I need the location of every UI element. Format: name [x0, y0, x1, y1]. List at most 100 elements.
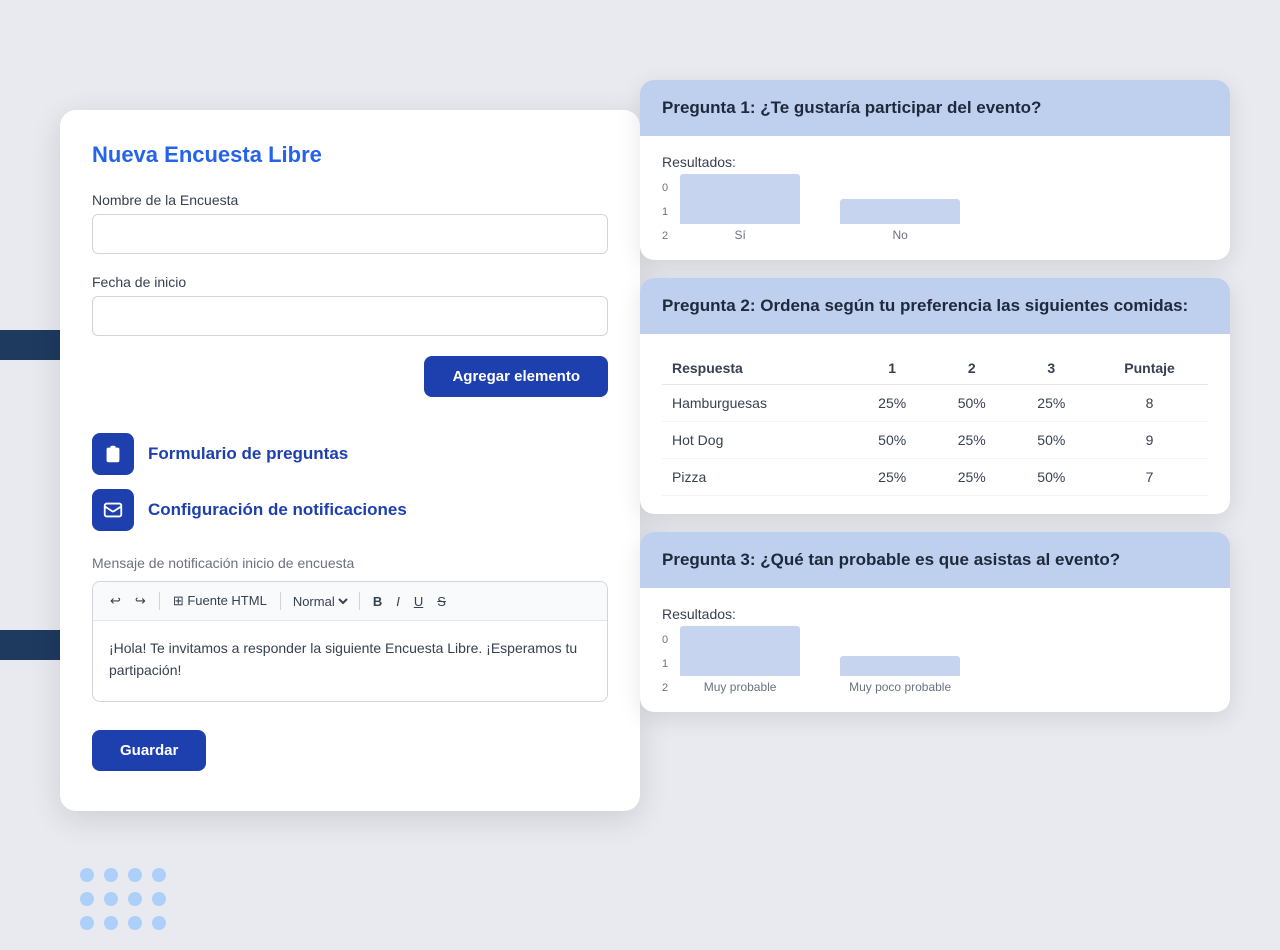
decoration-dot [128, 916, 142, 930]
notificaciones-label: Configuración de notificaciones [148, 500, 407, 520]
decoration-dot [80, 892, 94, 906]
table-body: Hamburguesas25%50%25%8Hot Dog50%25%50%9P… [662, 385, 1208, 496]
redo-button[interactable]: ↪ [130, 590, 151, 612]
nombre-label: Nombre de la Encuesta [92, 192, 608, 208]
decoration-dot [104, 916, 118, 930]
table-cell: 7 [1091, 459, 1208, 496]
strikethrough-button[interactable]: S [432, 591, 451, 612]
table-cell: 50% [1012, 422, 1092, 459]
html-source-button[interactable]: ⊞ Fuente HTML [168, 590, 272, 612]
table-cell: 50% [852, 422, 932, 459]
bar-no: No [840, 199, 960, 242]
table-cell: Pizza [662, 459, 852, 496]
undo-button[interactable]: ↩ [105, 590, 126, 612]
table-cell: 25% [852, 459, 932, 496]
table-cell: Hot Dog [662, 422, 852, 459]
decoration-dot [104, 868, 118, 882]
editor-content[interactable]: ¡Hola! Te invitamos a responder la sigui… [93, 621, 607, 701]
table-row: Hot Dog50%25%50%9 [662, 422, 1208, 459]
card3-body: Resultados: 2 1 0 Muy probable Muy poco … [640, 588, 1230, 712]
card1-chart: 2 1 0 Sí No [662, 182, 1208, 242]
card2-title: Pregunta 2: Ordena según tu preferencia … [662, 296, 1208, 316]
bar-wrapper-1: Sí No [680, 182, 960, 242]
add-element-button[interactable]: Agregar elemento [424, 356, 608, 397]
table-cell: 25% [852, 385, 932, 422]
decoration-dot [80, 868, 94, 882]
decoration-dot [128, 892, 142, 906]
card-pregunta3: Pregunta 3: ¿Qué tan probable es que asi… [640, 532, 1230, 712]
sep1 [159, 592, 160, 610]
y-axis-1: 2 1 0 [662, 182, 668, 242]
table-cell: 25% [1012, 385, 1092, 422]
formulario-label: Formulario de preguntas [148, 444, 348, 464]
table-cell: 25% [932, 459, 1012, 496]
editor-container: ↩ ↪ ⊞ Fuente HTML Normal H1 H2 B I U S ¡… [92, 581, 608, 702]
bold-button[interactable]: B [368, 591, 387, 612]
editor-toolbar: ↩ ↪ ⊞ Fuente HTML Normal H1 H2 B I U S [93, 582, 607, 621]
fecha-label: Fecha de inicio [92, 274, 608, 290]
bar-si: Sí [680, 174, 800, 242]
table-header-row: Respuesta 1 2 3 Puntaje [662, 352, 1208, 385]
table-cell: 9 [1091, 422, 1208, 459]
left-panel: Nueva Encuesta Libre Nombre de la Encues… [60, 110, 640, 811]
nav-items: Formulario de preguntas Configuración de… [92, 433, 608, 531]
decoration-dot [152, 868, 166, 882]
save-button[interactable]: Guardar [92, 730, 206, 771]
underline-button[interactable]: U [409, 591, 428, 612]
col-3: 3 [1012, 352, 1092, 385]
card2-body: Respuesta 1 2 3 Puntaje Hamburguesas25%5… [640, 334, 1230, 514]
col-2: 2 [932, 352, 1012, 385]
card3-results-label: Resultados: [662, 606, 1208, 622]
mail-icon [92, 489, 134, 531]
decoration-dot [128, 868, 142, 882]
col-puntaje: Puntaje [1091, 352, 1208, 385]
bar-no-label: No [892, 228, 907, 242]
card3-header: Pregunta 3: ¿Qué tan probable es que asi… [640, 532, 1230, 588]
table-cell: 8 [1091, 385, 1208, 422]
table-cell: 50% [932, 385, 1012, 422]
decoration-dot [152, 916, 166, 930]
table-row: Pizza25%25%50%7 [662, 459, 1208, 496]
right-column: Pregunta 1: ¿Te gustaría participar del … [640, 80, 1230, 712]
nav-item-formulario[interactable]: Formulario de preguntas [92, 433, 608, 475]
col-respuesta: Respuesta [662, 352, 852, 385]
results-table: Respuesta 1 2 3 Puntaje Hamburguesas25%5… [662, 352, 1208, 496]
format-select[interactable]: Normal H1 H2 [289, 593, 351, 610]
nav-item-notificaciones[interactable]: Configuración de notificaciones [92, 489, 608, 531]
bar-si-fill [680, 174, 800, 224]
sep3 [359, 592, 360, 610]
mail-svg [102, 499, 124, 521]
clipboard-icon [92, 433, 134, 475]
bar-no-fill [840, 199, 960, 224]
clipboard-svg [102, 443, 124, 465]
decoration-dot [80, 916, 94, 930]
card-pregunta2: Pregunta 2: Ordena según tu preferencia … [640, 278, 1230, 514]
bar-poco-label: Muy poco probable [849, 680, 951, 694]
decoration-dot [104, 892, 118, 906]
table-cell: Hamburguesas [662, 385, 852, 422]
bar-muy-fill [680, 626, 800, 676]
card-pregunta1: Pregunta 1: ¿Te gustaría participar del … [640, 80, 1230, 260]
sep2 [280, 592, 281, 610]
italic-button[interactable]: I [391, 591, 405, 612]
card1-body: Resultados: 2 1 0 Sí No [640, 136, 1230, 260]
card3-title: Pregunta 3: ¿Qué tan probable es que asi… [662, 550, 1208, 570]
dots-decoration [80, 868, 166, 930]
bar-poco-probable: Muy poco probable [840, 656, 960, 694]
col-1: 1 [852, 352, 932, 385]
decoration-dot [152, 892, 166, 906]
bar-muy-probable: Muy probable [680, 626, 800, 694]
card1-header: Pregunta 1: ¿Te gustaría participar del … [640, 80, 1230, 136]
card2-header: Pregunta 2: Ordena según tu preferencia … [640, 278, 1230, 334]
html-icon: ⊞ [173, 593, 184, 608]
nombre-input[interactable] [92, 214, 608, 254]
fecha-input[interactable] [92, 296, 608, 336]
y-axis-3: 2 1 0 [662, 634, 668, 694]
card3-chart: 2 1 0 Muy probable Muy poco probable [662, 634, 1208, 694]
notif-label: Mensaje de notificación inicio de encues… [92, 555, 608, 571]
bar-wrapper-3: Muy probable Muy poco probable [680, 634, 960, 694]
bar-poco-fill [840, 656, 960, 676]
bar-muy-label: Muy probable [704, 680, 777, 694]
card1-results-label: Resultados: [662, 154, 1208, 170]
card1-title: Pregunta 1: ¿Te gustaría participar del … [662, 98, 1208, 118]
